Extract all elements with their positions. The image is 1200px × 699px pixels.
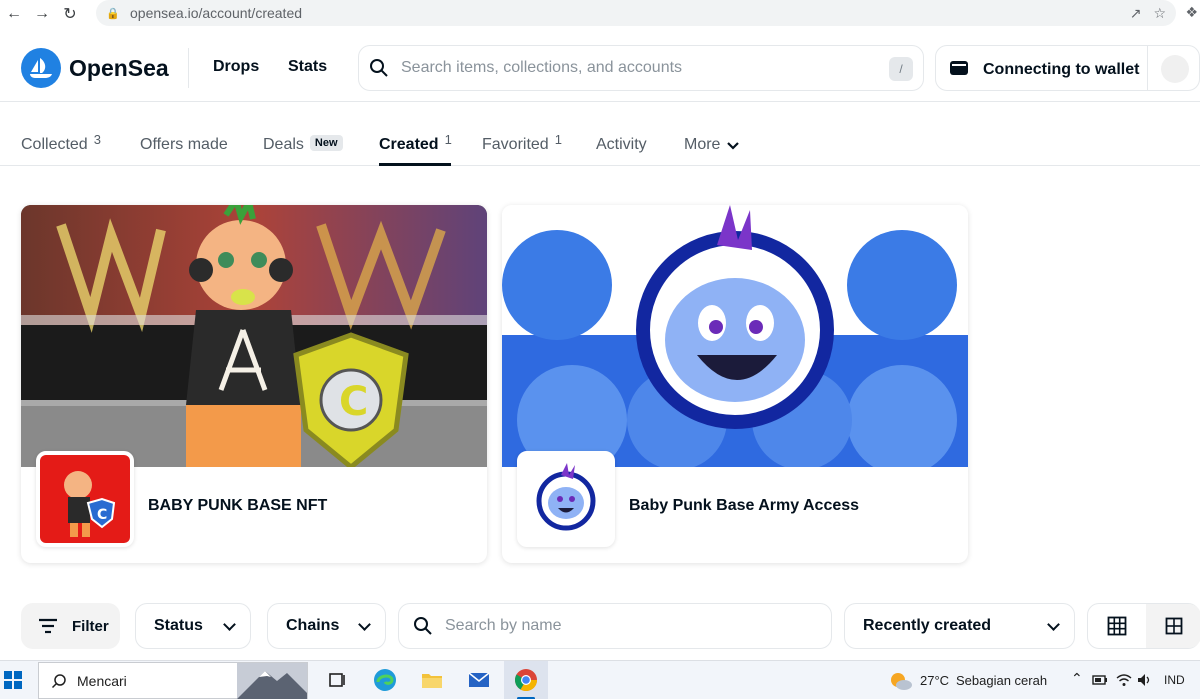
tab-more[interactable]: More — [684, 136, 740, 154]
site-header: OpenSea Drops Stats Search items, collec… — [0, 34, 1200, 102]
view-toggle — [1087, 603, 1200, 649]
collection-banner-image: C — [21, 205, 487, 467]
tab-created[interactable]: Created 1 — [379, 132, 452, 154]
filter-icon — [39, 618, 57, 634]
tab-label: Favorited — [482, 136, 549, 153]
battery-icon[interactable] — [1092, 674, 1108, 686]
chevron-down-icon — [223, 618, 236, 631]
search-icon — [414, 617, 432, 635]
tab-collected[interactable]: Collected 3 — [21, 132, 101, 154]
weather-description: Sebagian cerah — [956, 673, 1048, 688]
opensea-logo-icon — [21, 48, 61, 88]
filter-button[interactable]: Filter — [21, 603, 120, 649]
tab-label: Deals — [263, 136, 304, 153]
grid-large-view-button[interactable] — [1146, 604, 1200, 648]
collection-card[interactable]: C C BABY PUNK BASE NFT — [21, 205, 487, 563]
chrome-browser-icon[interactable] — [513, 667, 539, 693]
reload-icon[interactable]: ↻ — [56, 0, 84, 28]
chains-dropdown[interactable]: Chains — [267, 603, 386, 649]
search-by-name-input[interactable]: Search by name — [398, 603, 832, 649]
url-text: opensea.io/account/created — [130, 5, 303, 21]
filter-bar: Filter Status Chains Search by name Rece… — [0, 603, 1200, 649]
share-icon[interactable]: ↗ — [1130, 5, 1142, 22]
volume-icon[interactable] — [1137, 673, 1153, 687]
filter-label: Filter — [72, 617, 109, 635]
wifi-icon[interactable] — [1116, 673, 1132, 687]
taskbar-search-placeholder: Mencari — [77, 672, 127, 689]
header-divider — [188, 48, 189, 88]
language-indicator[interactable]: IND — [1164, 673, 1185, 687]
search-highlight-image — [237, 663, 307, 699]
tab-label: More — [684, 136, 721, 153]
sort-dropdown[interactable]: Recently created — [844, 603, 1075, 649]
file-explorer-icon[interactable] — [419, 667, 445, 693]
tab-activity[interactable]: Activity — [596, 136, 647, 154]
grid-small-view-button[interactable] — [1088, 604, 1146, 648]
status-label: Status — [154, 617, 203, 634]
collection-name: BABY PUNK BASE NFT — [148, 497, 328, 514]
wallet-label: Connecting to wallet — [983, 61, 1140, 78]
tab-favorited[interactable]: Favorited 1 — [482, 132, 562, 154]
connect-wallet-button[interactable]: Connecting to wallet — [935, 45, 1200, 91]
edge-browser-icon[interactable] — [372, 667, 398, 693]
search-shortcut-badge: / — [889, 57, 913, 81]
chevron-up-icon[interactable]: ⌃ — [1071, 670, 1083, 687]
new-badge: New — [309, 135, 343, 151]
search-by-name-placeholder: Search by name — [445, 617, 562, 634]
windows-taskbar: Mencari 27°C Sebagian cerah ⌃ IND — [0, 660, 1200, 699]
profile-tabs: Collected 3 Offers made Deals New Create… — [0, 130, 1200, 166]
wallet-divider — [1147, 46, 1148, 90]
collection-name: Baby Punk Base Army Access — [629, 497, 860, 514]
tab-label: Created — [379, 136, 439, 153]
taskbar-search-box[interactable]: Mencari — [38, 662, 308, 699]
weather-partly-sunny-icon[interactable] — [888, 668, 914, 694]
nav-stats[interactable]: Stats — [288, 58, 327, 76]
collection-banner-image — [502, 205, 968, 467]
tab-count: 1 — [444, 132, 452, 147]
mail-icon[interactable] — [466, 667, 492, 693]
grid-3x3-icon — [1107, 616, 1127, 636]
chains-label: Chains — [286, 617, 340, 634]
back-icon[interactable]: ← — [0, 0, 28, 28]
tab-offers-made[interactable]: Offers made — [140, 136, 228, 154]
opensea-logo[interactable]: OpenSea — [21, 48, 169, 88]
chevron-down-icon — [727, 142, 740, 150]
grid-2x2-icon — [1165, 617, 1182, 635]
global-search-placeholder: Search items, collections, and accounts — [401, 59, 683, 76]
collection-avatar — [517, 451, 615, 547]
search-icon — [51, 673, 66, 688]
svg-text:C: C — [339, 379, 368, 425]
wallet-icon — [950, 61, 968, 75]
tab-deals[interactable]: Deals New — [263, 135, 343, 154]
bookmark-star-icon[interactable]: ☆ — [1153, 5, 1166, 22]
tab-label: Activity — [596, 136, 647, 153]
global-search-input[interactable]: Search items, collections, and accounts … — [358, 45, 924, 91]
chevron-down-icon — [1047, 618, 1060, 631]
tab-count: 3 — [93, 132, 101, 147]
brand-name: OpenSea — [69, 54, 169, 81]
avatar[interactable] — [1161, 55, 1189, 83]
status-dropdown[interactable]: Status — [135, 603, 251, 649]
nav-drops[interactable]: Drops — [213, 58, 259, 76]
weather-temperature: 27°C — [920, 673, 950, 688]
tab-label: Collected — [21, 136, 88, 153]
forward-icon[interactable]: → — [28, 0, 56, 28]
chevron-down-icon — [358, 618, 371, 631]
tab-label: Offers made — [140, 136, 228, 153]
windows-start-icon[interactable] — [3, 670, 23, 690]
active-tab-indicator — [379, 163, 451, 166]
tab-count: 1 — [554, 132, 562, 147]
search-icon — [370, 59, 388, 77]
collection-card[interactable]: Baby Punk Base Army Access — [502, 205, 968, 563]
sort-label: Recently created — [863, 617, 992, 634]
lock-icon: 🔒 — [106, 7, 120, 20]
collection-avatar: C — [36, 451, 134, 547]
task-view-icon[interactable] — [325, 667, 351, 693]
browser-toolbar: ← → ↻ 🔒 opensea.io/account/created ↗ ☆ ❖ — [0, 0, 1200, 28]
address-bar[interactable]: 🔒 opensea.io/account/created ↗ ☆ — [96, 0, 1176, 26]
extensions-icon[interactable]: ❖ — [1185, 4, 1198, 21]
svg-text:C: C — [97, 507, 107, 523]
